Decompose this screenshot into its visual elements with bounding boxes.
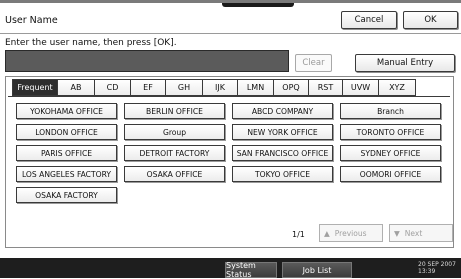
user-entry-button[interactable]: OSAKA OFFICE xyxy=(124,166,225,182)
tab-frequent[interactable]: Frequent xyxy=(12,79,58,96)
previous-label: Previous xyxy=(334,228,367,238)
previous-button[interactable]: ▲ Previous xyxy=(319,224,383,242)
user-entry-button[interactable]: Branch xyxy=(340,103,441,119)
tab-lmn[interactable]: LMN xyxy=(238,79,274,96)
user-entry-button[interactable]: ABCD COMPANY xyxy=(232,103,333,119)
user-entry-button[interactable]: DETROIT FACTORY xyxy=(124,145,225,161)
user-name-field[interactable] xyxy=(5,50,289,72)
system-status-button[interactable]: System Status xyxy=(225,261,277,279)
user-entry-button[interactable]: OSAKA FACTORY xyxy=(16,187,117,203)
window-title: User Name xyxy=(5,15,58,26)
title-divider xyxy=(0,33,461,34)
tab-ef[interactable]: EF xyxy=(131,79,166,96)
next-button[interactable]: ▼ Next xyxy=(389,224,453,242)
user-entry-button[interactable]: TOKYO OFFICE xyxy=(232,166,333,182)
job-list-button[interactable]: Job List xyxy=(282,262,352,278)
tab-xyz[interactable]: XYZ xyxy=(379,79,416,96)
top-notch xyxy=(222,3,294,7)
tab-underline xyxy=(8,96,450,97)
index-tabs: Frequent AB CD EF GH IJK LMN OPQ RST UVW XYZ xyxy=(12,79,416,96)
user-entry-button[interactable]: LONDON OFFICE xyxy=(16,124,117,140)
user-entry-grid: YOKOHAMA OFFICE BERLIN OFFICE ABCD COMPANY… xyxy=(16,103,441,203)
tab-opq[interactable]: OPQ xyxy=(274,79,309,96)
user-entry-button[interactable]: LOS ANGELES FACTORY xyxy=(16,166,117,182)
status-clock: 20 SEP 2007 13:39 xyxy=(418,261,456,275)
entry-prompt: Enter the user name, then press [OK]. xyxy=(5,38,177,48)
clear-button[interactable]: Clear xyxy=(295,54,332,72)
user-entry-button[interactable]: BERLIN OFFICE xyxy=(124,103,225,119)
tab-cd[interactable]: CD xyxy=(95,79,131,96)
user-entry-button[interactable]: Group xyxy=(124,124,225,140)
user-entry-button[interactable]: OOMORI OFFICE xyxy=(340,166,441,182)
tab-uvw[interactable]: UVW xyxy=(343,79,379,96)
status-date: 20 SEP 2007 xyxy=(418,261,456,268)
tab-gh[interactable]: GH xyxy=(166,79,203,96)
ok-button[interactable]: OK xyxy=(403,11,458,29)
user-entry-button[interactable]: SAN FRANCISCO OFFICE xyxy=(232,145,333,161)
user-entry-button[interactable]: PARIS OFFICE xyxy=(16,145,117,161)
up-triangle-icon: ▲ xyxy=(324,228,330,238)
cancel-button[interactable]: Cancel xyxy=(341,11,397,29)
down-triangle-icon: ▼ xyxy=(394,228,400,238)
user-entry-button[interactable]: TORONTO OFFICE xyxy=(340,124,441,140)
user-entry-button[interactable]: NEW YORK OFFICE xyxy=(232,124,333,140)
user-entry-button[interactable]: SYDNEY OFFICE xyxy=(340,145,441,161)
manual-entry-button[interactable]: Manual Entry xyxy=(355,54,455,72)
tab-ijk[interactable]: IJK xyxy=(203,79,238,96)
page-indicator: 1/1 xyxy=(292,230,305,239)
tab-ab[interactable]: AB xyxy=(58,79,95,96)
tab-rst[interactable]: RST xyxy=(309,79,343,96)
next-label: Next xyxy=(404,228,423,238)
user-entry-button[interactable]: YOKOHAMA OFFICE xyxy=(16,103,117,119)
status-time: 13:39 xyxy=(418,268,436,275)
